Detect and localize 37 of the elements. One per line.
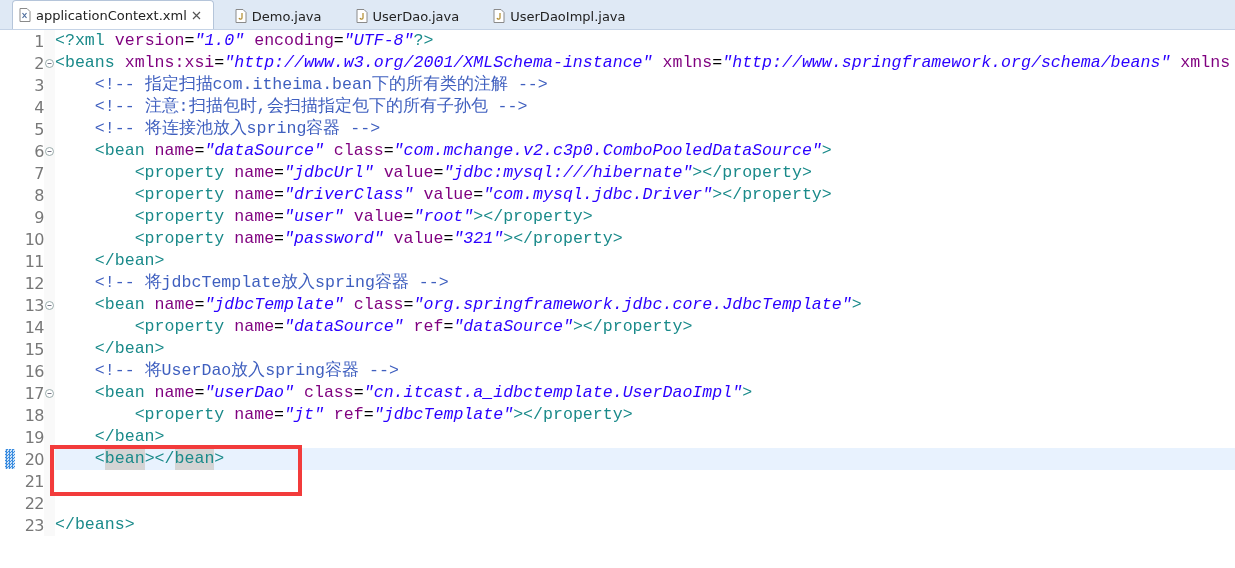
close-icon[interactable] bbox=[191, 10, 201, 20]
file-icon bbox=[355, 9, 368, 23]
line-number: 13 bbox=[23, 295, 44, 315]
editor-tab[interactable]: applicationContext.xml bbox=[12, 0, 214, 29]
line-number: 23 bbox=[23, 515, 44, 535]
line-number: 15 bbox=[23, 339, 44, 359]
line-number: 1 bbox=[33, 31, 44, 51]
change-marker bbox=[5, 449, 15, 469]
line-number: 5 bbox=[33, 119, 44, 139]
editor-tab[interactable]: Demo.java bbox=[227, 2, 335, 29]
line-number: 19 bbox=[23, 427, 44, 447]
line-number: 18 bbox=[23, 405, 44, 425]
file-icon bbox=[493, 9, 506, 23]
collapse-icon[interactable] bbox=[45, 58, 54, 68]
file-icon bbox=[234, 9, 247, 23]
line-number: 22 bbox=[23, 493, 44, 513]
line-number: 3 bbox=[33, 75, 44, 95]
collapse-icon[interactable] bbox=[45, 146, 54, 156]
line-number: 20 bbox=[23, 449, 44, 469]
line-number: 12 bbox=[23, 273, 44, 293]
editor-tab[interactable]: UserDaoImpl.java bbox=[486, 2, 639, 29]
line-number: 21 bbox=[23, 471, 44, 491]
line-number: 8 bbox=[33, 185, 44, 205]
line-number: 16 bbox=[23, 361, 44, 381]
line-number: 7 bbox=[33, 163, 44, 183]
editor-tab[interactable]: UserDao.java bbox=[348, 2, 473, 29]
line-number: 17 bbox=[23, 383, 44, 403]
line-number: 11 bbox=[23, 251, 44, 271]
line-number: 10 bbox=[23, 229, 44, 249]
line-number: 2 bbox=[33, 53, 44, 73]
line-number: 9 bbox=[33, 207, 44, 227]
collapse-icon[interactable] bbox=[45, 388, 54, 398]
line-number: 6 bbox=[33, 141, 44, 161]
line-number: 4 bbox=[33, 97, 44, 117]
file-icon bbox=[19, 8, 31, 22]
line-number: 14 bbox=[23, 317, 44, 337]
collapse-icon[interactable] bbox=[45, 300, 54, 310]
